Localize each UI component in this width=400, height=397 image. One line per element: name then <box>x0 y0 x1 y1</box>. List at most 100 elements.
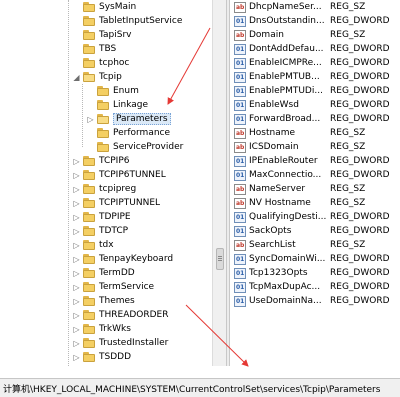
value-row[interactable]: 01 QualifyingDesti... REG_DWORD <box>230 210 390 224</box>
tree-item-tenpaykeyboard[interactable]: ▷ TenpayKeyboard <box>72 252 173 266</box>
tree-item-termservice[interactable]: ▷ TermService <box>72 280 154 294</box>
registry-key-tree[interactable]: SysMain TabletInputService TapiSrv TBS tcpho… <box>0 0 212 366</box>
expand-toggle-icon[interactable]: ▷ <box>72 353 81 362</box>
value-row[interactable]: ab Domain REG_SZ <box>230 28 365 42</box>
expand-toggle-icon[interactable]: ▷ <box>72 171 81 180</box>
tree-item-label: TDTCP <box>99 226 129 236</box>
value-row[interactable]: 01 SyncDomainWi... REG_DWORD <box>230 252 390 266</box>
expand-toggle-icon[interactable]: ▷ <box>72 269 81 278</box>
value-row[interactable]: ab SearchList REG_SZ <box>230 238 365 252</box>
value-row[interactable]: 01 EnableWsd REG_DWORD <box>230 98 390 112</box>
value-row[interactable]: 01 IPEnableRouter REG_DWORD <box>230 154 390 168</box>
tree-item-label: Parameters <box>113 113 171 125</box>
tree-scrollbar[interactable] <box>212 0 226 366</box>
expand-toggle-icon[interactable]: ▷ <box>86 115 95 124</box>
expand-toggle-icon[interactable]: ▷ <box>72 241 81 250</box>
tree-item-performance[interactable]: Performance <box>86 126 170 140</box>
expand-toggle-icon[interactable]: ▷ <box>72 227 81 236</box>
expand-toggle-icon[interactable]: ▷ <box>72 255 81 264</box>
expand-toggle-icon[interactable]: ▷ <box>72 199 81 208</box>
value-type: REG_DWORD <box>330 268 390 278</box>
string-value-icon: ab <box>234 1 246 13</box>
scrollbar-thumb[interactable] <box>216 248 224 270</box>
value-row[interactable]: ab NV Hostname REG_SZ <box>230 196 365 210</box>
dword-value-icon: 01 <box>234 99 246 111</box>
value-name: DnsOutstandin... <box>249 16 325 26</box>
tree-item-label: TrkWks <box>99 324 131 334</box>
tree-item-serviceprovider[interactable]: ServiceProvider <box>86 140 183 154</box>
tree-item-label: TenpayKeyboard <box>99 254 174 264</box>
tree-item-sysmain[interactable]: SysMain <box>72 0 136 14</box>
dword-value-icon: 01 <box>234 15 246 27</box>
tree-item-threadorder[interactable]: ▷ THREADORDER <box>72 308 169 322</box>
value-row[interactable]: 01 DnsOutstandin... REG_DWORD <box>230 14 390 28</box>
tree-item-tapisrv[interactable]: TapiSrv <box>72 28 131 42</box>
tree-item-tcphoc[interactable]: tcphoc <box>72 56 129 70</box>
folder-icon <box>83 156 95 166</box>
tree-item-tsddd[interactable]: ▷ TSDDD <box>72 350 131 364</box>
tree-item-tcpip6tunnel[interactable]: ▷ TCPIP6TUNNEL <box>72 168 166 182</box>
value-name: ICSDomain <box>249 142 299 152</box>
value-row[interactable]: 01 DontAddDefau... REG_DWORD <box>230 42 390 56</box>
expand-toggle-icon[interactable]: ▷ <box>72 283 81 292</box>
tree-item-tdpipe[interactable]: ▷ TDPIPE <box>72 210 131 224</box>
dword-value-icon: 01 <box>234 253 246 265</box>
tree-item-termdd[interactable]: ▷ TermDD <box>72 266 135 280</box>
dword-value-icon: 01 <box>234 43 246 55</box>
tree-item-tcpip6[interactable]: ▷ TCPIP6 <box>72 154 130 168</box>
tree-item-label: TCPIP6 <box>99 156 130 166</box>
value-row[interactable]: 01 EnablePMTUDi... REG_DWORD <box>230 84 390 98</box>
expand-toggle-icon[interactable]: ▷ <box>72 185 81 194</box>
value-row[interactable]: 01 UseDomainNa... REG_DWORD <box>230 294 390 308</box>
tree-item-enum[interactable]: Enum <box>86 84 139 98</box>
dword-value-icon: 01 <box>234 169 246 181</box>
string-value-icon: ab <box>234 239 246 251</box>
value-type: REG_SZ <box>330 240 366 250</box>
value-name: Domain <box>249 30 284 40</box>
value-name: EnableWsd <box>249 100 299 110</box>
value-type: REG_SZ <box>330 2 366 12</box>
tree-item-trkwks[interactable]: ▷ TrkWks <box>72 322 131 336</box>
value-name: SearchList <box>249 240 296 250</box>
registry-values-list: ab DhcpNameSer... REG_SZ 01 DnsOutstandin...… <box>230 0 400 366</box>
value-row[interactable]: 01 Tcp1323Opts REG_DWORD <box>230 266 390 280</box>
value-type: REG_DWORD <box>330 114 390 124</box>
value-row[interactable]: ab Hostname REG_SZ <box>230 126 365 140</box>
expand-toggle-icon[interactable]: ▷ <box>72 311 81 320</box>
status-bar-path: 计算机\HKEY_LOCAL_MACHINE\SYSTEM\CurrentCon… <box>3 384 381 395</box>
expand-toggle-icon[interactable]: ▷ <box>72 157 81 166</box>
folder-icon <box>83 16 95 26</box>
value-row[interactable]: ab ICSDomain REG_SZ <box>230 140 365 154</box>
value-row[interactable]: 01 SackOpts REG_DWORD <box>230 224 390 238</box>
value-row[interactable]: 01 EnablePMTUB... REG_DWORD <box>230 70 390 84</box>
tree-item-themes[interactable]: ▷ Themes <box>72 294 135 308</box>
folder-icon <box>83 44 95 54</box>
tree-item-tdx[interactable]: ▷ tdx <box>72 238 114 252</box>
tree-item-label: Tcpip <box>99 72 122 82</box>
folder-icon <box>83 30 95 40</box>
tree-item-label: TrustedInstaller <box>99 338 169 348</box>
value-row[interactable]: 01 TcpMaxDupAc... REG_DWORD <box>230 280 390 294</box>
expand-toggle-icon[interactable]: ▷ <box>72 213 81 222</box>
value-row[interactable]: 01 EnableICMPRe... REG_DWORD <box>230 56 390 70</box>
tree-item-tabletinputservice[interactable]: TabletInputService <box>72 14 182 28</box>
tree-item-linkage[interactable]: Linkage <box>86 98 148 112</box>
tree-item-trustedinstaller[interactable]: ▷ TrustedInstaller <box>72 336 168 350</box>
tree-item-tdtcp[interactable]: ▷ TDTCP <box>72 224 128 238</box>
tree-item-parameters[interactable]: ▷ Parameters <box>86 112 171 126</box>
tree-item-tcpiptunnel[interactable]: ▷ TCPIPTUNNEL <box>72 196 160 210</box>
value-type: REG_DWORD <box>330 86 390 96</box>
expand-toggle-icon[interactable]: ▷ <box>72 339 81 348</box>
tree-item-tcpipreg[interactable]: ▷ tcpipreg <box>72 182 136 196</box>
expand-toggle-icon[interactable]: ▷ <box>72 325 81 334</box>
tree-item-label: TBS <box>99 44 117 54</box>
value-type: REG_DWORD <box>330 226 390 236</box>
value-row[interactable]: ab DhcpNameSer... REG_SZ <box>230 0 365 14</box>
tree-item-tbs[interactable]: TBS <box>72 42 116 56</box>
value-row[interactable]: 01 MaxConnectio... REG_DWORD <box>230 168 390 182</box>
expand-toggle-icon[interactable]: ◢ <box>72 73 81 82</box>
value-row[interactable]: 01 ForwardBroad... REG_DWORD <box>230 112 390 126</box>
tree-item-tcpip[interactable]: ◢ Tcpip <box>72 70 122 84</box>
expand-toggle-icon[interactable]: ▷ <box>72 297 81 306</box>
value-row[interactable]: ab NameServer REG_SZ <box>230 182 365 196</box>
